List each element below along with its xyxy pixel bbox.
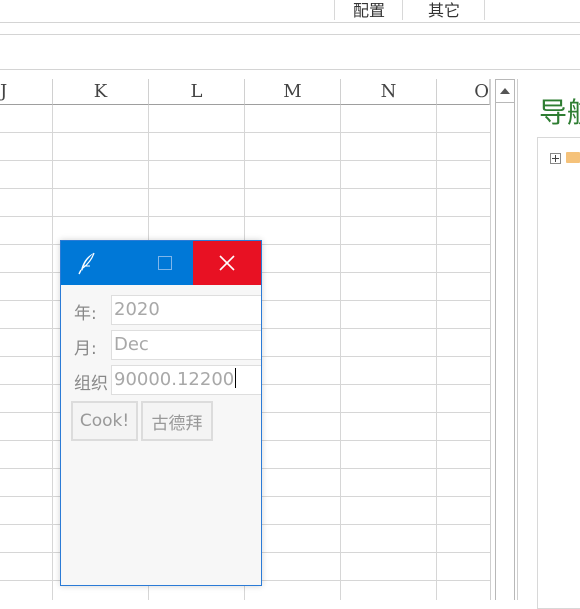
text-caret <box>235 368 237 388</box>
org-value: 90000.12200 <box>114 369 235 390</box>
month-row: 月: Dec <box>61 330 261 360</box>
column-header-o[interactable]: O <box>437 79 490 105</box>
maximize-button[interactable] <box>135 241 195 285</box>
month-field[interactable]: Dec <box>111 330 261 360</box>
column-header-label: L <box>190 81 203 102</box>
column-header-label: K <box>93 81 108 102</box>
column-header-k[interactable]: K <box>53 79 149 105</box>
month-label: 月: <box>74 339 97 359</box>
feather-icon <box>78 252 95 275</box>
navigation-pane-title: 导航 <box>539 96 580 129</box>
ribbon-separator <box>334 0 335 20</box>
scroll-up-button[interactable] <box>495 79 515 103</box>
org-row: 组织 90000.12200 <box>61 365 261 395</box>
ribbon-tab-other[interactable]: 其它 <box>404 0 484 22</box>
year-field[interactable]: 2020 <box>111 295 261 325</box>
close-icon <box>219 255 235 271</box>
scroll-track[interactable] <box>495 103 515 600</box>
vertical-scrollbar[interactable] <box>490 79 518 600</box>
dialog-titlebar[interactable] <box>61 241 261 285</box>
ribbon-tab-config[interactable]: 配置 <box>336 0 402 22</box>
ribbon-separator <box>484 0 485 20</box>
expand-icon[interactable] <box>550 153 561 164</box>
ribbon-tab-strip: 配置 其它 <box>0 0 580 23</box>
goodbye-button[interactable]: 古德拜 <box>141 401 213 441</box>
year-label: 年: <box>74 304 97 324</box>
column-header-label: J <box>0 81 8 102</box>
year-value: 2020 <box>114 299 160 320</box>
column-header-label: M <box>283 81 302 102</box>
column-header-label: N <box>380 81 397 102</box>
year-row: 年: 2020 <box>61 295 261 325</box>
org-label: 组织 <box>74 374 108 394</box>
ribbon-separator <box>402 0 403 20</box>
month-value: Dec <box>114 334 149 355</box>
org-field[interactable]: 90000.12200 <box>111 365 261 395</box>
caret-up-icon <box>500 88 510 94</box>
input-dialog: 年: 2020 月: Dec 组织 90000.12200 Cook! 古德拜 <box>60 240 262 586</box>
cook-button[interactable]: Cook! <box>71 401 138 441</box>
folder-icon <box>566 152 580 163</box>
navigation-pane: 导航 <box>519 79 580 609</box>
column-header-m[interactable]: M <box>245 79 341 105</box>
maximize-icon <box>158 256 172 270</box>
column-header-n[interactable]: N <box>341 79 437 105</box>
column-header-j[interactable]: J <box>0 79 53 105</box>
navigation-tree[interactable] <box>537 137 580 609</box>
column-header-l[interactable]: L <box>149 79 245 105</box>
formula-bar[interactable] <box>0 34 580 70</box>
close-button[interactable] <box>193 241 261 285</box>
column-header-label: O <box>474 81 489 102</box>
